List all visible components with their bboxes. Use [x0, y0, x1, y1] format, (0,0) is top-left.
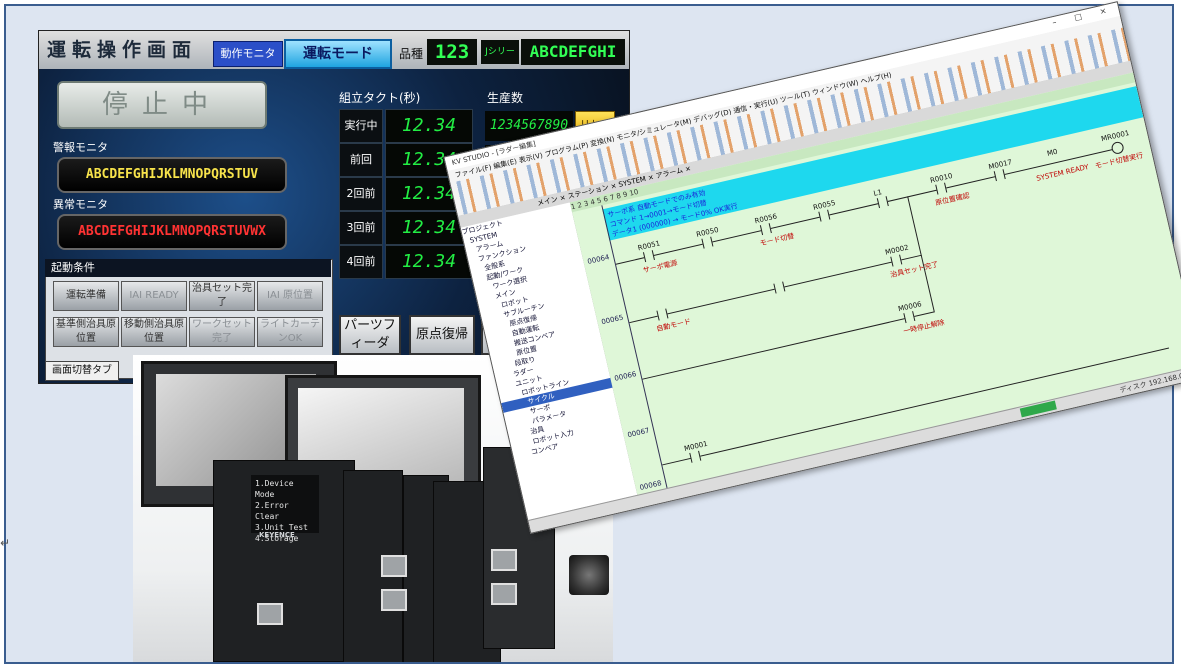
screen-switch-tab[interactable]: 画面切替タブ — [45, 361, 119, 381]
takt-row-label: 前回 — [339, 143, 383, 177]
ethernet-port-icon — [381, 555, 407, 577]
product-kind-label: 品種 — [399, 47, 424, 61]
step-number: 00065 — [600, 313, 625, 327]
condition-iai-home[interactable]: IAI 原位置 — [257, 281, 323, 311]
coil-symbol — [1110, 140, 1125, 156]
start-conditions-title: 起動条件 — [45, 259, 331, 277]
contact-symbol — [818, 209, 831, 222]
contact-symbol — [773, 281, 786, 294]
paragraph-mark-icon: ↵ — [0, 536, 11, 550]
contact-symbol — [993, 169, 1006, 182]
operation-mode-button[interactable]: 運転モード — [284, 39, 392, 69]
step-number: 00067 — [626, 426, 651, 440]
condition-moving-jig-home[interactable]: 移動側治具原位置 — [121, 317, 187, 347]
device-label: M0 — [1046, 147, 1059, 158]
ethernet-port-icon — [491, 583, 517, 605]
ethernet-port-icon — [491, 549, 517, 571]
condition-jig-set[interactable]: 治具セット完了 — [189, 281, 255, 311]
series-label: Jシリーズ — [481, 40, 519, 81]
contact-symbol — [890, 254, 903, 267]
contact-symbol — [656, 308, 669, 321]
condition-light-curtain[interactable]: ライトカーテンOK — [257, 317, 323, 347]
contact-symbol — [689, 450, 702, 463]
error-monitor-display: ABCDEFGHIJKLMNOPQRSTUVWX — [57, 214, 287, 250]
servo-motor — [569, 555, 609, 595]
ethernet-port-icon — [381, 589, 407, 611]
parts-feeder-button[interactable]: パーツフィーダ — [339, 315, 401, 355]
step-number: 00066 — [613, 370, 638, 383]
takt-row-label: 4回前 — [339, 245, 383, 279]
condition-ready[interactable]: 運転準備 — [53, 281, 119, 311]
takt-row-label: 実行中 — [339, 109, 383, 143]
brand-logo: KEYENCE — [259, 531, 295, 539]
production-count-header: 生産数 — [487, 91, 524, 105]
takt-time-header: 組立タクト(秒) — [339, 91, 421, 105]
ethernet-port-icon — [257, 603, 283, 625]
takt-row-value: 12.34 — [385, 245, 473, 279]
error-monitor-label: 異常モニタ — [53, 198, 108, 211]
condition-iai-ready[interactable]: IAI READY — [121, 281, 187, 311]
warning-monitor-label: 警報モニタ — [53, 141, 108, 154]
warning-monitor-display: ABCDEFGHIJKLMNOPQRSTUV — [57, 157, 287, 193]
product-kind-number: 123 — [427, 39, 477, 65]
takt-row-label: 3回前 — [339, 211, 383, 245]
contact-symbol — [759, 223, 772, 236]
condition-work-set[interactable]: ワークセット完了 — [189, 317, 255, 347]
hmi-title: 運転操作画面 — [47, 39, 198, 61]
contact-symbol — [876, 196, 889, 209]
contact-symbol — [642, 250, 655, 263]
contact-symbol — [701, 236, 714, 249]
operation-monitor-button[interactable]: 動作モニタ — [213, 41, 283, 67]
condition-ref-jig-home[interactable]: 基準側治具原位置 — [53, 317, 119, 347]
home-return-button[interactable]: 原点復帰 — [409, 315, 475, 355]
step-number: 00064 — [586, 253, 611, 266]
run-status-indicator: 停止中 — [57, 81, 267, 129]
cpu-menu-line: 1.Device Mode — [255, 479, 294, 499]
series-value: ABCDEFGHI — [521, 39, 625, 65]
rung-branch — [907, 196, 922, 255]
cpu-menu-line: 2.Error Clear — [255, 501, 289, 521]
takt-row-value: 12.34 — [385, 109, 473, 143]
takt-row-label: 2回前 — [339, 177, 383, 211]
contact-symbol — [903, 311, 916, 324]
contact-symbol — [935, 182, 948, 195]
cpu-display: 1.Device Mode 2.Error Clear 3.Unit Test … — [251, 475, 319, 543]
